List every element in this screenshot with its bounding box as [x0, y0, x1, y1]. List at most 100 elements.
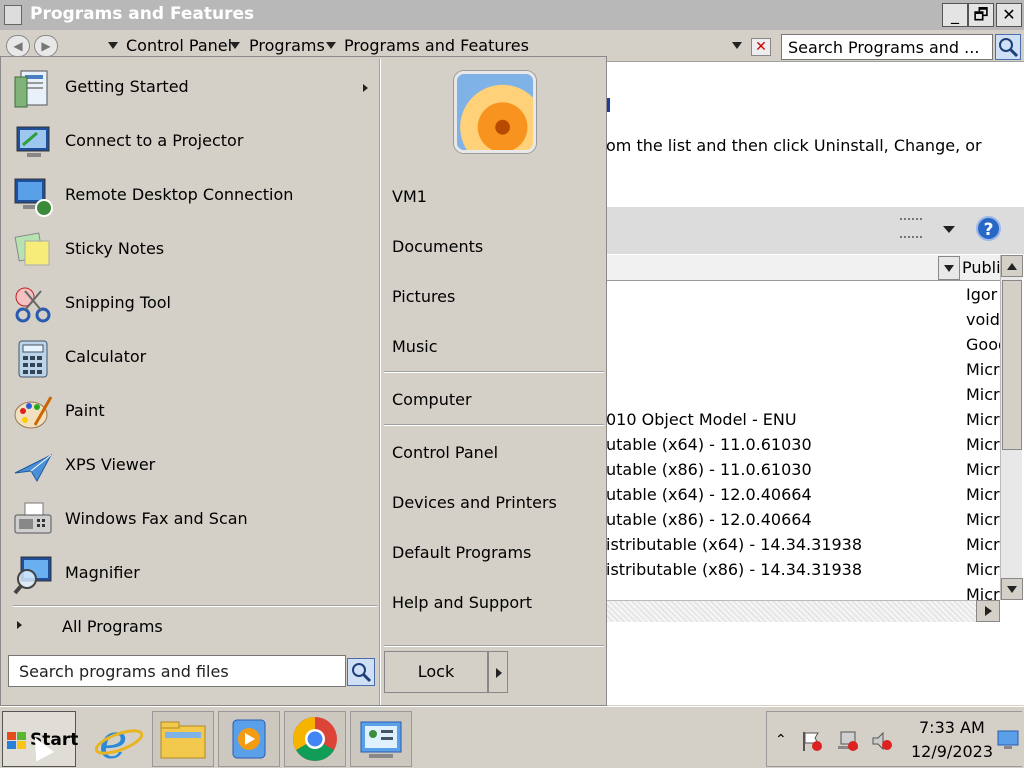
taskbar: Start e ⌃ 7:33 AM 12/9/2023: [0, 706, 1024, 768]
program-publisher: Micro: [966, 410, 1000, 429]
breadcrumb-programs-and-features[interactable]: Programs and Features: [344, 36, 529, 55]
program-publisher: Micro: [966, 585, 1000, 600]
scroll-right-arrow[interactable]: [976, 600, 1000, 622]
program-magnifier[interactable]: Magnifier: [3, 548, 379, 602]
back-button[interactable]: ◀: [6, 35, 30, 57]
program-calculator[interactable]: Calculator: [3, 332, 379, 386]
table-row[interactable]: Micro: [606, 382, 1000, 407]
window-search-input[interactable]: Search Programs and ...: [781, 34, 993, 60]
divider: [384, 645, 604, 647]
horizontal-scrollbar[interactable]: [606, 600, 1000, 622]
minimize-button[interactable]: _: [942, 3, 968, 27]
file-explorer-icon[interactable]: [152, 711, 214, 767]
scroll-up-arrow[interactable]: [1001, 255, 1023, 277]
table-row[interactable]: istributable (x86) - 14.34.31938 Micro: [606, 557, 1000, 582]
chevron-down-icon[interactable]: [108, 42, 118, 49]
search-icon[interactable]: [995, 34, 1021, 60]
program-getting-started[interactable]: Getting Started: [3, 62, 379, 116]
vertical-scrollbar[interactable]: [1000, 255, 1023, 600]
program-paint[interactable]: Paint: [3, 386, 379, 440]
breadcrumb-control-panel[interactable]: Control Panel: [126, 36, 232, 55]
scroll-thumb[interactable]: [1002, 280, 1022, 450]
volume-muted-icon[interactable]: [871, 730, 893, 752]
program-name: utable (x64) - 11.0.61030: [606, 435, 812, 454]
table-row[interactable]: utable (x64) - 12.0.40664 Micro: [606, 482, 1000, 507]
clock-date[interactable]: 12/9/2023: [911, 742, 993, 761]
divider: [384, 371, 604, 373]
submenu-arrow-icon: [363, 84, 368, 92]
program-publisher: Micro: [966, 485, 1000, 504]
refresh-stop-icon[interactable]: ✕: [751, 38, 771, 56]
link-help-and-support[interactable]: Help and Support: [392, 593, 532, 612]
forward-button[interactable]: ▶: [34, 35, 58, 57]
scroll-down-arrow[interactable]: [1001, 578, 1023, 600]
chevron-down-icon[interactable]: [326, 42, 336, 49]
close-button[interactable]: ✕: [996, 3, 1022, 27]
address-history-dropdown[interactable]: [732, 42, 742, 49]
projector-icon: [13, 123, 53, 163]
user-picture-avatar[interactable]: [454, 71, 536, 153]
table-row[interactable]: istributable (x64) - 14.34.31938 Micro: [606, 532, 1000, 557]
link-control-panel[interactable]: Control Panel: [392, 443, 498, 462]
program-xps-viewer[interactable]: XPS Viewer: [3, 440, 379, 494]
breadcrumb[interactable]: Control Panel Programs Programs and Feat…: [72, 34, 774, 58]
link-user-folder[interactable]: VM1: [392, 187, 427, 206]
sticky-notes-icon: [13, 231, 53, 271]
title-bar[interactable]: Programs and Features _ 🗗 ✕: [0, 0, 1024, 30]
chevron-down-icon[interactable]: [230, 42, 240, 49]
maximize-button[interactable]: 🗗: [968, 3, 994, 27]
internet-explorer-icon[interactable]: e: [88, 711, 150, 768]
link-pictures[interactable]: Pictures: [392, 287, 455, 306]
program-remote-desktop-connection[interactable]: Remote Desktop Connection: [3, 170, 379, 224]
table-row[interactable]: 010 Object Model - ENU Micro: [606, 407, 1000, 432]
paint-icon: [13, 393, 53, 433]
view-options-dropdown[interactable]: [943, 226, 955, 233]
table-row[interactable]: Micro: [606, 357, 1000, 382]
table-row[interactable]: voidt: [606, 307, 1000, 332]
chrome-icon[interactable]: [284, 711, 346, 767]
column-header-publisher[interactable]: Publi: [962, 258, 1001, 277]
link-default-programs[interactable]: Default Programs: [392, 543, 531, 562]
action-center-flag-icon[interactable]: [801, 730, 823, 752]
help-icon[interactable]: ?: [976, 216, 1001, 241]
remote-desktop-icon: [13, 177, 53, 217]
shutdown-options-arrow[interactable]: [488, 651, 508, 693]
table-row[interactable]: Igor: [606, 282, 1000, 307]
clock-time[interactable]: 7:33 AM: [919, 718, 985, 737]
program-label: Magnifier: [65, 563, 140, 582]
program-sticky-notes[interactable]: Sticky Notes: [3, 224, 379, 278]
show-hidden-icons-icon[interactable]: ⌃: [775, 732, 797, 754]
program-windows-fax-and-scan[interactable]: Windows Fax and Scan: [3, 494, 379, 548]
snipping-tool-icon: [13, 285, 53, 325]
link-documents[interactable]: Documents: [392, 237, 483, 256]
program-label: Connect to a Projector: [65, 131, 244, 150]
lock-button[interactable]: Lock: [384, 651, 488, 693]
window-title: Programs and Features: [30, 4, 255, 24]
all-programs-button[interactable]: All Programs: [3, 613, 379, 641]
media-player-icon[interactable]: [218, 711, 280, 767]
change-view-icon[interactable]: [900, 218, 922, 238]
table-row[interactable]: Goog: [606, 332, 1000, 357]
breadcrumb-programs[interactable]: Programs: [249, 36, 325, 55]
link-devices-and-printers[interactable]: Devices and Printers: [392, 493, 557, 512]
program-label: Sticky Notes: [65, 239, 165, 258]
search-icon[interactable]: [347, 658, 375, 686]
control-panel-icon[interactable]: [350, 711, 412, 767]
windows-logo-icon: [7, 732, 26, 749]
table-row[interactable]: utable (x86) - 12.0.40664 Micro: [606, 507, 1000, 532]
table-row[interactable]: utable (x64) - 11.0.61030 Micro: [606, 432, 1000, 457]
show-desktop-icon[interactable]: [997, 728, 1019, 750]
magnifier-icon: [13, 555, 53, 595]
link-music[interactable]: Music: [392, 337, 438, 356]
start-menu: Getting Started Connect to a Projector R…: [0, 56, 607, 706]
start-search-input[interactable]: Search programs and files: [8, 655, 346, 687]
network-icon[interactable]: [837, 730, 859, 752]
table-row[interactable]: Micro: [606, 582, 1000, 600]
link-computer[interactable]: Computer: [392, 390, 472, 409]
program-connect-to-projector[interactable]: Connect to a Projector: [3, 116, 379, 170]
table-row[interactable]: utable (x86) - 11.0.61030 Micro: [606, 457, 1000, 482]
program-name: utable (x86) - 12.0.40664: [606, 510, 812, 529]
program-snipping-tool[interactable]: Snipping Tool: [3, 278, 379, 332]
column-filter-dropdown[interactable]: [938, 256, 960, 280]
program-name: istributable (x86) - 14.34.31938: [606, 560, 863, 579]
